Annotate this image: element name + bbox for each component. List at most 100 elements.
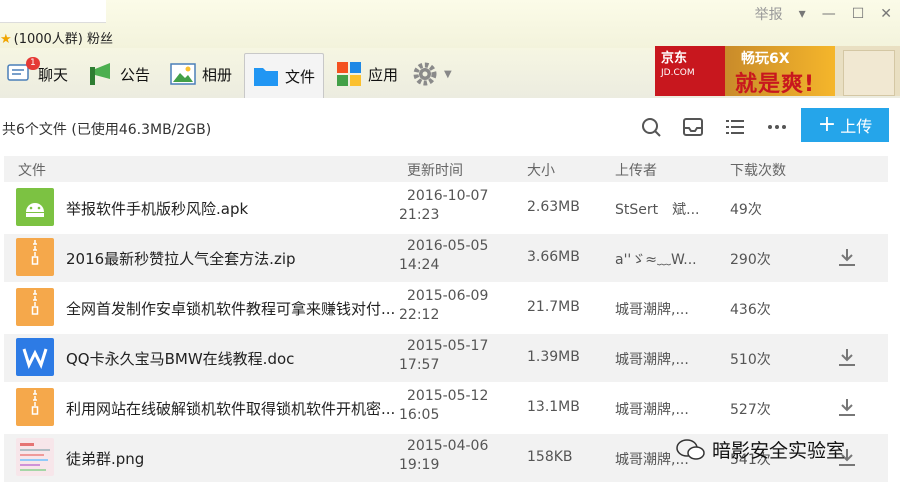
tab-album[interactable]: 相册 [170, 54, 232, 94]
file-download-count: 527次 [730, 402, 771, 418]
file-row[interactable]: 举报软件手机版秒风险.apk 2016-10-07 21:23 2.63MB StSer… [4, 184, 888, 232]
file-time: 22:12 [399, 307, 440, 323]
file-uploader[interactable]: a''ゞ≈﹏W... [615, 249, 697, 269]
tab-chat-label: 聊天 [38, 65, 69, 84]
tab-chat[interactable]: 1 聊天 [6, 54, 68, 94]
files-toolbar: 共6个文件 (已使用46.3MB/2GB) + 上传 [0, 98, 900, 156]
file-name[interactable]: 利用网站在线破解锁机软件取得锁机软件开机密... [66, 398, 395, 419]
tab-announcement-label: 公告 [120, 65, 151, 84]
download-icon[interactable] [836, 246, 858, 268]
file-updated: 2015-04-06 19:19 [399, 437, 489, 475]
apk-file-icon [16, 188, 54, 226]
search-icon[interactable] [640, 116, 662, 138]
tab-announcement[interactable]: 公告 [88, 54, 150, 94]
title-bar: ★ (1000人群) 粉丝 举报 ▾ — ☐ ✕ [0, 0, 900, 48]
file-date: 2015-05-12 [407, 388, 489, 404]
star-icon: ★ [0, 32, 12, 47]
ad-phone-image [843, 50, 895, 96]
maximize-icon[interactable]: ☐ [852, 6, 865, 22]
file-date: 2016-05-05 [407, 238, 489, 254]
column-uploader[interactable]: 上传者 [615, 160, 657, 180]
file-time: 21:23 [399, 207, 440, 223]
file-size: 13.1MB [527, 399, 580, 415]
window-controls: 举报 ▾ — ☐ ✕ [755, 4, 892, 24]
file-updated: 2015-05-17 17:57 [399, 337, 489, 375]
file-updated: 2016-10-07 21:23 [399, 187, 489, 225]
tab-files-label: 文件 [285, 67, 316, 86]
plus-icon: + [817, 112, 837, 137]
file-uploader[interactable]: 城哥潮牌,... [615, 399, 689, 419]
file-name[interactable]: QQ卡永久宝马BMW在线教程.doc [66, 348, 294, 369]
apps-icon [336, 61, 362, 87]
storage-summary: 共6个文件 (已使用46.3MB/2GB) [2, 122, 212, 138]
file-row[interactable]: 利用网站在线破解锁机软件取得锁机软件开机密... 2015-05-12 16:05 1… [4, 384, 888, 432]
fans-text: (1000人群) 粉丝 [13, 32, 114, 47]
tab-apps[interactable]: 应用 [336, 54, 398, 94]
watermark: 暗影安全实验室 [676, 436, 845, 463]
dropdown-icon[interactable]: ▾ [799, 6, 806, 22]
file-row[interactable]: 2016最新秒赞拉人气全套方法.zip 2016-05-05 14:24 3.66MB… [4, 234, 888, 282]
unread-badge: 1 [26, 57, 40, 70]
column-downloads[interactable]: 下载次数 [730, 160, 786, 180]
file-download-count: 290次 [730, 252, 771, 268]
file-date: 2015-06-09 [407, 288, 489, 304]
file-time: 19:19 [399, 457, 440, 473]
file-name[interactable]: 全网首发制作安卓锁机软件教程可拿来赚钱对付... [66, 298, 395, 319]
file-size: 3.66MB [527, 249, 580, 265]
file-row[interactable]: 全网首发制作安卓锁机软件教程可拿来赚钱对付... 2015-06-09 22:12 2… [4, 284, 888, 332]
file-date: 2015-04-06 [407, 438, 489, 454]
file-date: 2016-10-07 [407, 188, 489, 204]
report-button[interactable]: 举报 [755, 4, 783, 24]
file-size: 2.63MB [527, 199, 580, 215]
tab-files[interactable]: 文件 [244, 53, 325, 98]
doc-file-icon [16, 338, 54, 376]
upload-button[interactable]: + 上传 [801, 108, 889, 142]
png-file-icon [16, 438, 54, 476]
file-size: 1.39MB [527, 349, 580, 365]
file-size: 158KB [527, 449, 573, 465]
file-row[interactable]: QQ卡永久宝马BMW在线教程.doc 2015-05-17 17:57 1.39MB 城… [4, 334, 888, 382]
inbox-icon[interactable] [682, 116, 704, 138]
zip-file-icon [16, 288, 54, 326]
file-download-count: 510次 [730, 352, 771, 368]
minimize-icon[interactable]: — [822, 6, 836, 22]
ad-line2: 就是爽! [735, 72, 816, 96]
watermark-text: 暗影安全实验室 [712, 440, 846, 462]
column-updated[interactable]: 更新时间 [407, 160, 463, 180]
settings-menu[interactable]: ▼ [412, 54, 452, 94]
chat-icon: 1 [6, 57, 40, 87]
chevron-down-icon: ▼ [444, 68, 452, 80]
more-icon[interactable] [766, 116, 788, 138]
close-icon[interactable]: ✕ [880, 6, 892, 22]
column-size[interactable]: 大小 [527, 160, 555, 180]
tool-icons [640, 116, 788, 138]
download-icon[interactable] [836, 396, 858, 418]
gear-icon [412, 61, 438, 87]
zip-file-icon [16, 238, 54, 276]
fans-info: ★ (1000人群) 粉丝 [0, 28, 113, 47]
album-icon [170, 61, 196, 87]
ad-banner[interactable]: 京东 JD.COM 畅玩6X 就是爽! [655, 46, 900, 96]
file-size: 21.7MB [527, 299, 580, 315]
ad-brand: 京东 JD.COM [661, 52, 695, 80]
file-name[interactable]: 徒弟群.png [66, 448, 144, 469]
file-name[interactable]: 举报软件手机版秒风险.apk [66, 198, 248, 219]
file-time: 17:57 [399, 357, 440, 373]
file-updated: 2015-06-09 22:12 [399, 287, 489, 325]
list-view-icon[interactable] [724, 116, 746, 138]
column-file[interactable]: 文件 [18, 160, 46, 180]
file-download-count: 436次 [730, 302, 771, 318]
file-download-count: 49次 [730, 202, 762, 218]
file-uploader[interactable]: StSert 斌... [615, 199, 699, 219]
file-uploader[interactable]: 城哥潮牌,... [615, 349, 689, 369]
file-uploader[interactable]: 城哥潮牌,... [615, 299, 689, 319]
file-table-header: 文件 更新时间 大小 上传者 下载次数 [4, 156, 888, 182]
file-date: 2015-05-17 [407, 338, 489, 354]
file-updated: 2016-05-05 14:24 [399, 237, 489, 275]
download-icon[interactable] [836, 346, 858, 368]
file-name[interactable]: 2016最新秒赞拉人气全套方法.zip [66, 248, 296, 269]
file-updated: 2015-05-12 16:05 [399, 387, 489, 425]
ad-brand-en: JD.COM [661, 68, 695, 78]
tab-album-label: 相册 [202, 65, 233, 84]
file-time: 16:05 [399, 407, 440, 423]
